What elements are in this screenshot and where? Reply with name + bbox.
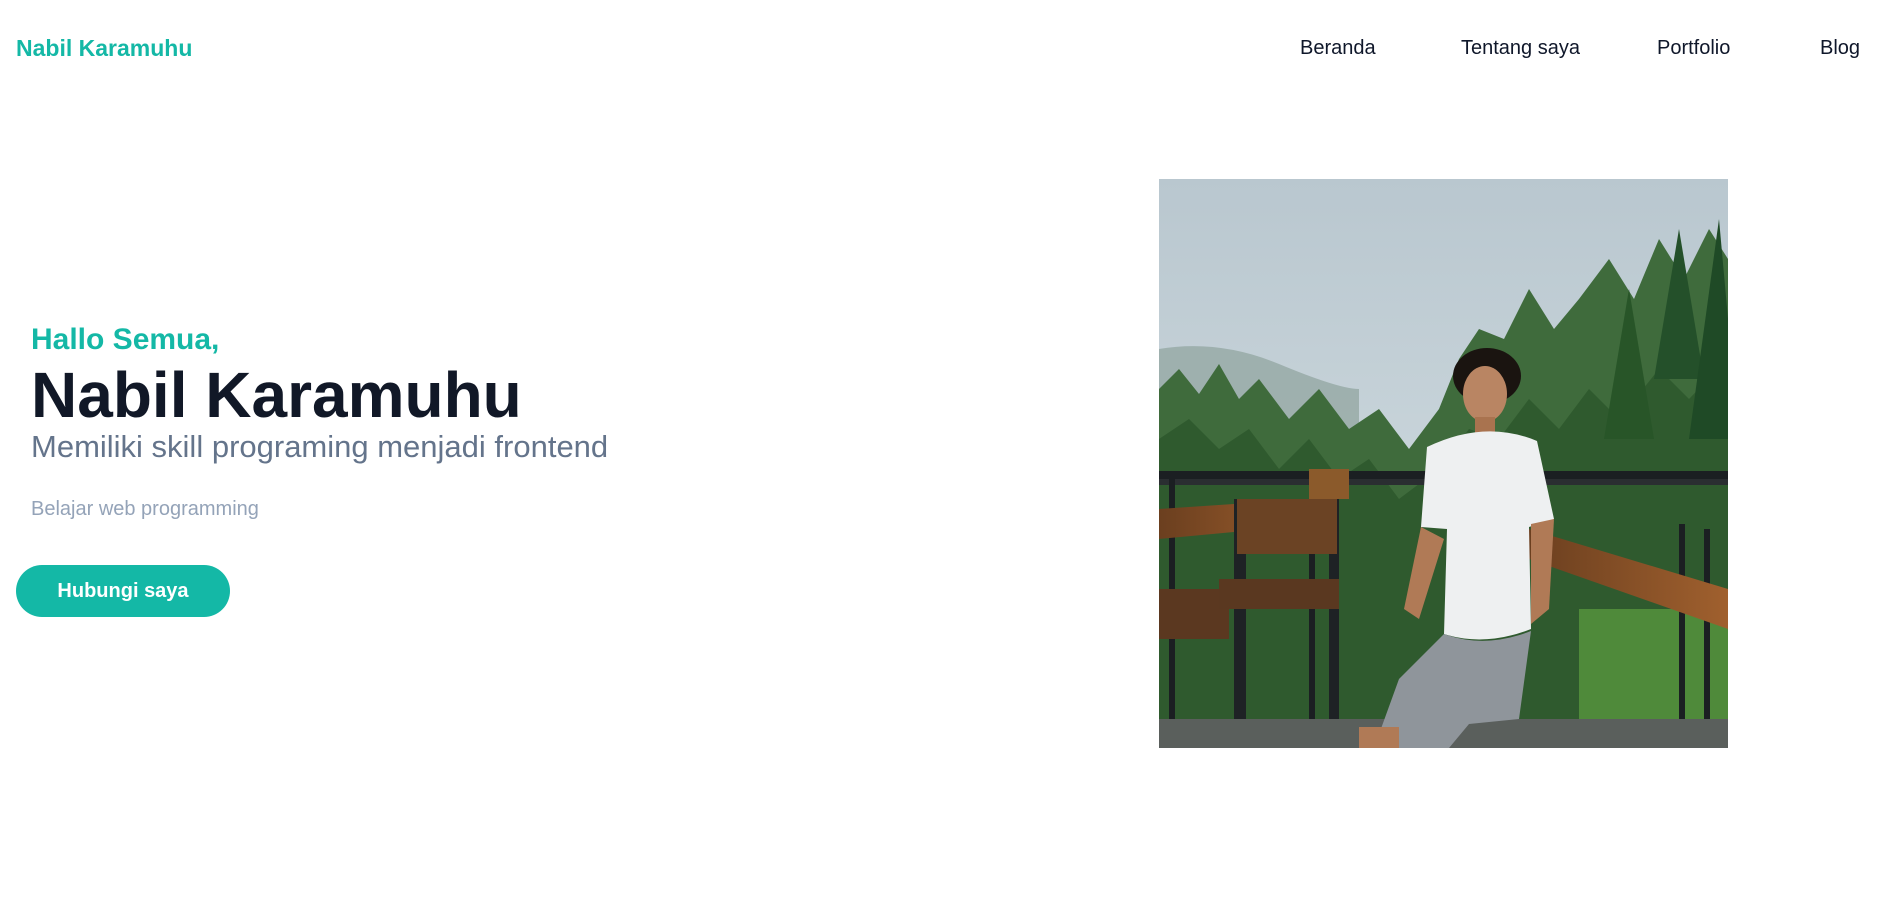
nav-link-blog[interactable]: Blog bbox=[1820, 34, 1860, 62]
nav-link-portfolio[interactable]: Portfolio bbox=[1657, 34, 1730, 62]
hero-subtitle: Memiliki skill programing menjadi fronte… bbox=[31, 429, 609, 464]
hero-description: Belajar web programming bbox=[31, 498, 259, 520]
brand-logo[interactable]: Nabil Karamuhu bbox=[16, 34, 192, 62]
profile-photo bbox=[1159, 179, 1728, 748]
page: Nabil Karamuhu Beranda Tentang saya Port… bbox=[0, 0, 1896, 906]
contact-button[interactable]: Hubungi saya bbox=[16, 565, 230, 617]
nav-link-beranda[interactable]: Beranda bbox=[1300, 34, 1376, 62]
hero-name: Nabil Karamuhu bbox=[31, 359, 522, 431]
hero-greeting: Hallo Semua, bbox=[31, 323, 220, 356]
nav-link-tentang-saya[interactable]: Tentang saya bbox=[1461, 34, 1580, 62]
navbar: Nabil Karamuhu Beranda Tentang saya Port… bbox=[0, 0, 1896, 96]
